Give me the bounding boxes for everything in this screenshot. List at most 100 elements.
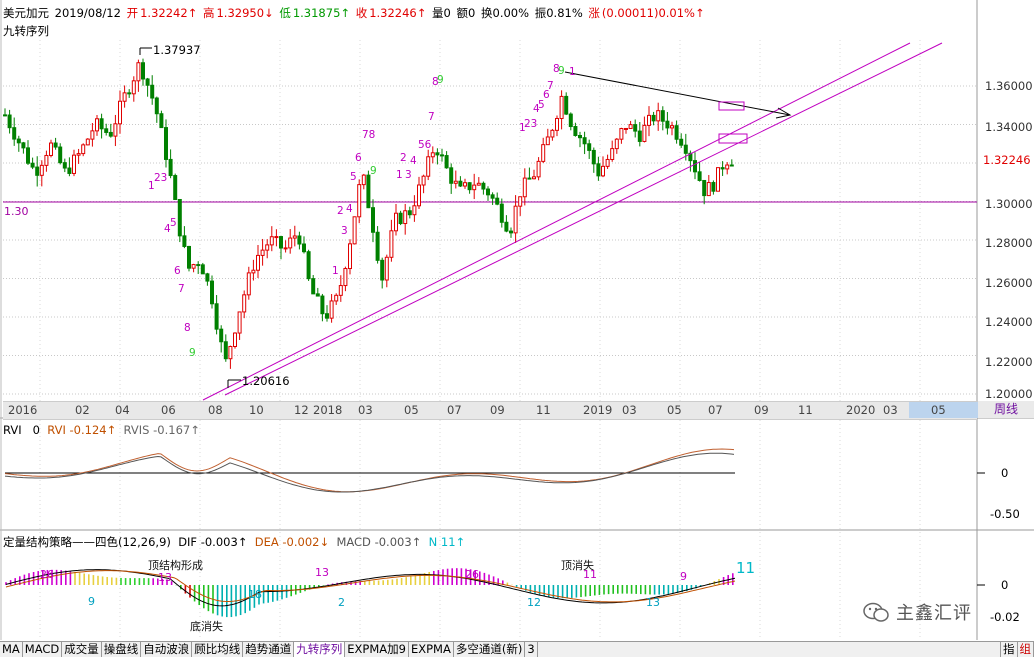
macd-count: 12 — [527, 596, 541, 609]
candle-body — [620, 129, 623, 140]
candle-body — [77, 154, 80, 156]
td-sequence-count: 9 — [558, 65, 565, 77]
tab-trading-line[interactable]: 操盘线 — [102, 642, 142, 657]
candle-body — [730, 165, 733, 166]
candle-body — [643, 125, 646, 141]
candle-body — [344, 269, 347, 286]
td-sequence-count: 4 — [410, 155, 417, 167]
open-value: 1.32242↑ — [140, 6, 197, 20]
candle-body — [395, 213, 398, 231]
candle-body — [220, 329, 223, 342]
time-tick-label: 07 — [708, 403, 723, 417]
change-label: 涨 — [588, 6, 600, 20]
candle-body — [114, 124, 117, 136]
period-week-button[interactable]: 周线 — [978, 401, 1034, 418]
corner-group-button[interactable]: 组 — [1018, 642, 1034, 657]
td-sequence-count: 7 — [428, 111, 435, 123]
tab-expma-9[interactable]: EXPMA加9 — [345, 642, 409, 657]
time-tick-label: 2016 — [8, 403, 37, 417]
macd-value: -0.003↑ — [375, 535, 422, 549]
candle-body — [611, 149, 614, 160]
candle-body — [399, 213, 402, 223]
tab-td-sequential[interactable]: 九转序列 — [294, 642, 345, 657]
macd-count: 26 — [465, 568, 479, 581]
candle-body — [519, 197, 522, 206]
candle-body — [289, 238, 292, 248]
candle-body — [252, 270, 255, 273]
td-sequence-count: 1 — [569, 66, 576, 78]
tab-trend-channel[interactable]: 趋势通道 — [243, 642, 294, 657]
tab-ma[interactable]: MA — [0, 642, 23, 657]
candle-body — [96, 119, 99, 131]
candle-body — [454, 181, 457, 183]
macd-count: 26 — [40, 568, 54, 581]
candle-body — [206, 274, 209, 281]
macd-count-big: 11 — [736, 559, 755, 577]
time-tick-label: 09 — [490, 403, 505, 417]
time-tick-label: 02 — [75, 403, 90, 417]
td-sequence-count: 6 — [174, 265, 181, 277]
target-box — [719, 134, 747, 143]
candle-body — [197, 265, 200, 266]
candle-body — [68, 168, 71, 173]
candle-body — [312, 279, 315, 294]
td-sequence-count: 1 — [396, 169, 403, 181]
candle-body — [280, 237, 283, 248]
time-tick-label: 2018 — [313, 403, 342, 417]
candle-body — [592, 150, 595, 163]
tab-macd[interactable]: MACD — [23, 642, 62, 657]
time-axis: 2016020406081012201803050709112019030507… — [3, 401, 977, 420]
candle-body — [109, 132, 112, 136]
tab-expma[interactable]: EXPMA — [409, 642, 454, 657]
candle-body — [146, 79, 149, 85]
rvi-line — [5, 449, 734, 492]
close-label: 收 — [356, 6, 368, 20]
candle-body — [86, 139, 89, 145]
rvi-header: RVI 0 RVI -0.124↑ RVIS -0.167↑ — [3, 423, 200, 437]
candle-body — [303, 244, 306, 252]
corner-indicator-button[interactable]: 指 — [1000, 642, 1018, 657]
tab-auto-wave[interactable]: 自动波浪 — [141, 642, 192, 657]
candle-body — [100, 119, 103, 129]
candle-body — [565, 96, 568, 114]
macd-count: 18 — [248, 588, 262, 601]
candle-body — [229, 347, 232, 359]
time-tick-label: 05 — [404, 403, 419, 417]
time-tick-label: 09 — [754, 403, 769, 417]
candle-body — [183, 236, 186, 247]
candle-body — [261, 250, 264, 255]
candle-body — [505, 222, 508, 231]
candle-body — [349, 244, 352, 269]
candle-body — [353, 217, 356, 244]
macd-count: 2 — [338, 596, 345, 609]
tab-long-short-channel[interactable]: 多空通道(新) — [454, 642, 525, 657]
candle-body — [82, 145, 85, 154]
candle-body — [625, 128, 628, 129]
candle-body — [247, 273, 250, 295]
indicator-title: 九转序列 — [3, 23, 49, 39]
tab-volume[interactable]: 成交量 — [62, 642, 102, 657]
candle-body — [597, 164, 600, 176]
candle-body — [569, 114, 572, 126]
candle-body — [321, 296, 324, 314]
candle-body — [298, 236, 301, 244]
td-sequence-count: 23 — [524, 118, 537, 130]
candle-body — [588, 144, 591, 151]
time-tick-label: 07 — [447, 403, 462, 417]
symbol-name: 美元加元 — [3, 6, 49, 20]
td-sequence-count: 7 — [547, 80, 554, 92]
candle-body — [487, 189, 490, 195]
watermark-text: 主鑫汇评 — [896, 599, 972, 625]
candle-body — [201, 265, 204, 274]
turnover-value: 换0.00% — [481, 6, 529, 20]
candlestick-series — [4, 59, 734, 369]
candle-body — [726, 165, 729, 169]
tab-more[interactable]: 3 — [525, 642, 537, 657]
candle-body — [523, 178, 526, 197]
candle-body — [533, 177, 536, 179]
candle-body — [105, 129, 108, 133]
rvi-axis-low: -0.50 — [990, 507, 1020, 521]
candle-body — [473, 185, 476, 190]
tab-guppy-ma[interactable]: 顾比均线 — [192, 642, 243, 657]
td-sequence-count: 9 — [437, 74, 444, 86]
